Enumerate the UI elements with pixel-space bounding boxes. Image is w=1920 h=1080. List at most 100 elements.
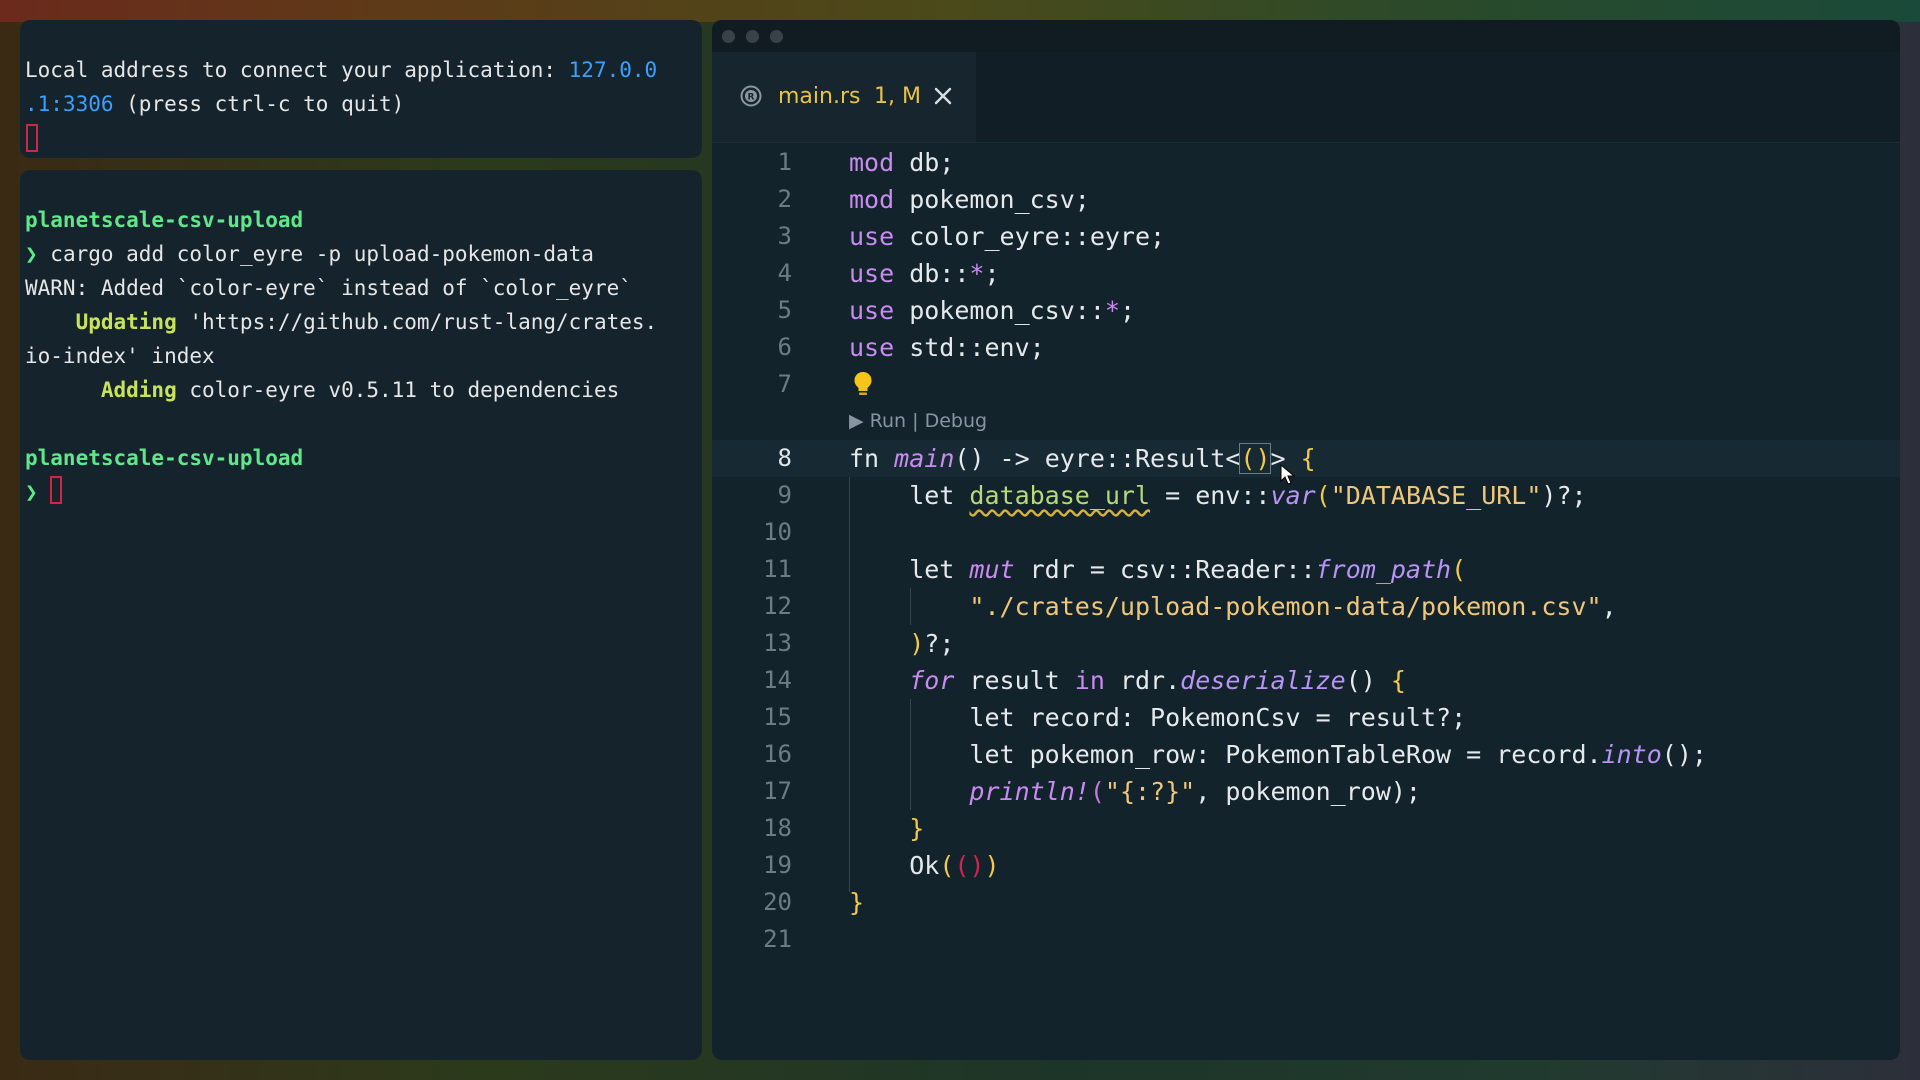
code-text: fn main() -> eyre::Result<()> { [849,443,1316,474]
svg-text:R: R [748,93,755,103]
desktop-background [0,0,1920,22]
tab-main-rs[interactable]: R main.rs 1, M [712,52,976,142]
line-number: 3 [777,222,792,250]
terminal-cursor [50,476,62,504]
close-icon[interactable] [931,84,955,108]
terminal-command-line: ❯ cargo add color_eyre -p upload-pokemon… [25,242,594,266]
code-text: Ok(()) [849,851,1000,880]
line-number: 6 [777,333,792,361]
code-line: 9 let database_url = env::var("DATABASE_… [712,477,1900,514]
code-line: 6 use std::env; [712,329,1900,366]
code-text: mod db; [849,148,955,177]
code-text: let database_url = env::var("DATABASE_UR… [849,481,1587,510]
terminal-server-pane[interactable]: Local address to connect your applicatio… [20,20,702,158]
window-titlebar [712,20,1900,52]
line-number: 14 [763,666,792,694]
terminal-line: Updating 'https://github.com/rust-lang/c… [25,310,658,334]
terminal-text: color-eyre v0.5.11 to dependencies [176,378,620,402]
code-text: mod pokemon_csv; [849,185,1090,214]
rust-icon: R [740,85,762,107]
line-number: 20 [763,888,792,916]
code-line: 12 "./crates/upload-pokemon-data/pokemon… [712,588,1900,625]
line-number: 15 [763,703,792,731]
terminal-cwd: planetscale-csv-upload [25,446,304,470]
window-close-dot[interactable] [722,30,735,43]
line-number: 16 [763,740,792,768]
run-debug-codelens[interactable]: ▶ Run | Debug [849,403,987,440]
code-text: use db::*; [849,259,1000,288]
lightbulb-icon[interactable] [852,370,874,398]
line-number: 11 [763,555,792,583]
line-number: 5 [777,296,792,324]
code-line: 20} [712,884,1900,921]
terminal-line: Adding color-eyre v0.5.11 to dependencie… [25,378,619,402]
code-line: 2 mod pokemon_csv; [712,181,1900,218]
terminal-text: (press ctrl-c to quit) [113,92,405,116]
line-number: 8 [777,444,792,472]
code-text: let pokemon_row: PokemonTableRow = recor… [849,740,1707,769]
code-line: 14 for result in rdr.deserialize() { [712,662,1900,699]
code-text: for result in rdr.deserialize() { [909,666,1406,695]
line-number: 10 [763,518,792,546]
code-text: } [849,888,865,917]
code-text: use std::env; [849,333,1045,362]
updating-label: Updating [25,310,177,334]
terminal-cwd: planetscale-csv-upload [25,208,304,232]
code-line: 19 Ok(()) [712,847,1900,884]
editor-tab-bar: R main.rs 1, M [712,52,1900,143]
line-number: 4 [777,259,792,287]
code-text: } [909,814,925,843]
code-line: 15 let record: PokemonCsv = result?; [712,699,1900,736]
terminal-warning: WARN: Added `color-eyre` instead of `col… [25,276,632,300]
code-text: "./crates/upload-pokemon-data/pokemon.cs… [969,592,1617,621]
code-line: 16 let pokemon_row: PokemonTableRow = re… [712,736,1900,773]
code-line: 17 println!("{:?}", pokemon_row); [712,773,1900,810]
tab-problems-modified-status: 1, M [874,84,921,109]
code-editor-window[interactable]: R main.rs 1, M 1 mod db; 2 mod pokemon_csv… [712,20,1900,1060]
code-line: 21 [712,921,1900,958]
line-number: 18 [763,814,792,842]
code-line-active: 8 fn main() -> eyre::Result<()> { [712,440,1900,477]
line-number: 19 [763,851,792,879]
terminal-cursor [26,124,38,152]
code-line: 1 mod db; [712,144,1900,181]
code-line: 10 [712,514,1900,551]
code-text: println!("{:?}", pokemon_row); [969,777,1421,806]
code-line: 7 [712,366,1900,403]
terminal-prompt-line[interactable]: ❯ [25,480,38,504]
line-number: 9 [777,481,792,509]
code-text: use color_eyre::eyre; [849,222,1166,251]
code-line: 3 use color_eyre::eyre; [712,218,1900,255]
terminal-command: cargo add color_eyre -p upload-pokemon-d… [37,242,594,266]
terminal-line: .1:3306 (press ctrl-c to quit) [25,92,404,116]
code-line: 5 use pokemon_csv::*; [712,292,1900,329]
adding-label: Adding [25,378,177,402]
code-line: 11 let mut rdr = csv::Reader::from_path( [712,551,1900,588]
line-number: 7 [777,370,792,398]
prompt-symbol: ❯ [25,242,38,266]
code-text: let record: PokemonCsv = result?; [849,703,1467,732]
terminal-line: Local address to connect your applicatio… [25,58,657,82]
code-line: 13 )?; [712,625,1900,662]
terminal-shell-pane[interactable]: planetscale-csv-upload ❯ cargo add color… [20,170,702,1060]
line-number: 13 [763,629,792,657]
mouse-pointer-icon [1280,464,1296,485]
prompt-symbol: ❯ [25,480,38,504]
line-number: 2 [777,185,792,213]
line-number: 1 [777,148,792,176]
code-text: use pokemon_csv::*; [849,296,1135,325]
window-zoom-dot[interactable] [770,30,783,43]
unused-variable-warning: database_url [969,481,1151,510]
window-minimize-dot[interactable] [746,30,759,43]
tab-title: main.rs [778,84,861,109]
code-text: let mut rdr = csv::Reader::from_path( [849,555,1467,584]
line-number: 17 [763,777,792,805]
line-number: 21 [763,925,792,953]
line-number: 12 [763,592,792,620]
code-text: )?; [909,629,955,658]
terminal-text: 'https://github.com/rust-lang/crates. [176,310,658,334]
local-address-port[interactable]: .1:3306 [25,92,114,116]
terminal-line: io-index' index [25,344,215,368]
local-address-text[interactable]: 127.0.0 [569,58,658,82]
code-line: 4 use db::*; [712,255,1900,292]
